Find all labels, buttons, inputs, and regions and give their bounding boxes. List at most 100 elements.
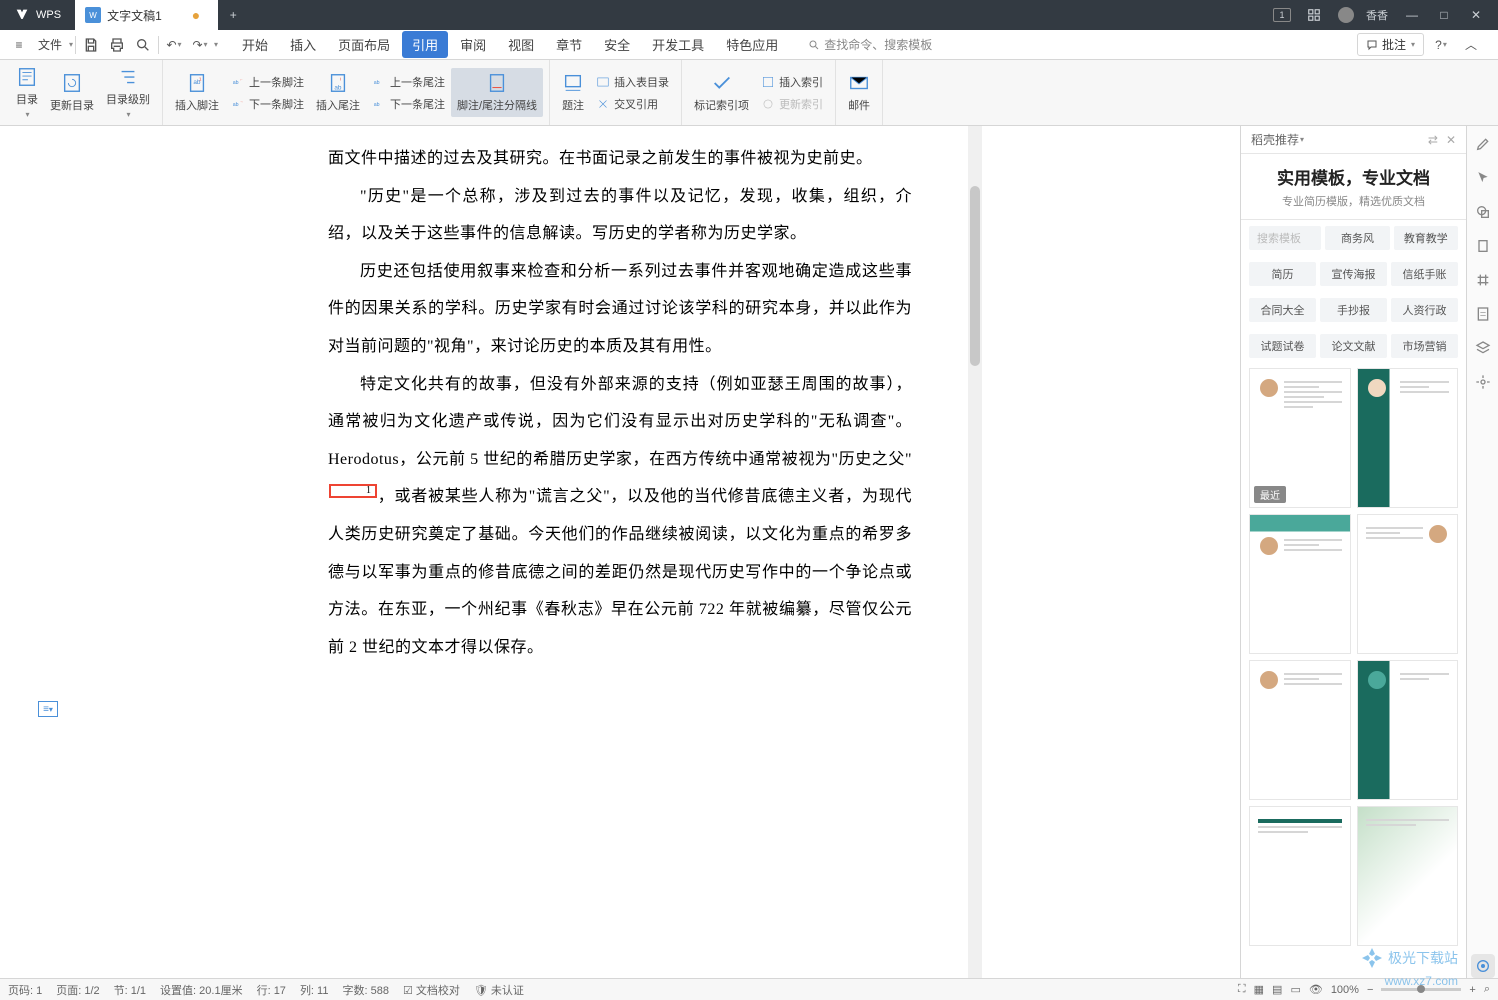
view-read-icon[interactable]: 👁: [1309, 983, 1323, 996]
insert-footnote-button[interactable]: ab1 插入脚注: [169, 70, 225, 115]
annotate-button[interactable]: 批注 ▾: [1357, 33, 1424, 56]
panel-filter-icon[interactable]: ⇄: [1428, 133, 1438, 147]
minimize-button[interactable]: —: [1398, 1, 1426, 29]
insert-figure-toc-button[interactable]: 插入表目录: [590, 72, 675, 92]
mark-index-button[interactable]: 标记索引项: [688, 70, 755, 115]
filter-marketing[interactable]: 市场营销: [1391, 334, 1458, 358]
command-search[interactable]: 查找命令、搜索模板: [808, 36, 932, 53]
filter-exam[interactable]: 试题试卷: [1249, 334, 1316, 358]
template-card[interactable]: [1249, 806, 1351, 946]
user-avatar[interactable]: [1332, 1, 1360, 29]
hamburger-icon[interactable]: ≡: [6, 32, 32, 58]
help-icon[interactable]: ?▾: [1428, 32, 1454, 58]
view-print-icon[interactable]: ▦: [1254, 983, 1264, 996]
pen-tool-icon[interactable]: [1471, 132, 1495, 156]
tab-review[interactable]: 审阅: [450, 31, 496, 58]
pointer-tool-icon[interactable]: [1471, 166, 1495, 190]
section[interactable]: 节: 1/1: [114, 982, 146, 998]
word-count[interactable]: 字数: 588: [342, 982, 388, 998]
new-tab-button[interactable]: +: [218, 0, 248, 30]
calc-tool-icon[interactable]: [1471, 302, 1495, 326]
vertical-scrollbar[interactable]: [968, 126, 982, 978]
save-icon[interactable]: [78, 32, 104, 58]
filter-education[interactable]: 教育教学: [1394, 226, 1458, 250]
window-counter[interactable]: 1: [1268, 1, 1296, 29]
panel-dropdown-icon[interactable]: ▾: [1300, 135, 1304, 144]
filter-contract[interactable]: 合同大全: [1249, 298, 1316, 322]
footnote-reference[interactable]: 1: [329, 484, 377, 498]
tab-insert[interactable]: 插入: [280, 31, 326, 58]
file-menu[interactable]: 文件: [32, 36, 68, 53]
verification[interactable]: 🛡 未认证: [474, 982, 524, 998]
filter-business[interactable]: 商务风: [1325, 226, 1389, 250]
layers-tool-icon[interactable]: [1471, 336, 1495, 360]
column[interactable]: 列: 11: [300, 982, 329, 998]
toc-button[interactable]: 目录▾: [10, 64, 44, 121]
document-tab[interactable]: W 文字文稿1 ●: [75, 0, 218, 30]
zoom-level[interactable]: 100%: [1331, 984, 1359, 996]
toc-level-button[interactable]: 目录级别▾: [100, 64, 156, 121]
toggle-pane-icon[interactable]: ≡▾: [38, 701, 58, 717]
update-toc-button[interactable]: 更新目录: [44, 70, 100, 115]
filter-resume[interactable]: 简历: [1249, 262, 1316, 286]
tab-layout[interactable]: 页面布局: [328, 31, 400, 58]
page-count[interactable]: 页面: 1/2: [56, 982, 99, 998]
document-body[interactable]: 面文件中描述的过去及其研究。在书面记录之前发生的事件被视为史前史。 "历史"是一…: [328, 140, 912, 666]
filter-handwritten[interactable]: 手抄报: [1320, 298, 1387, 322]
view-web-icon[interactable]: ▭: [1290, 983, 1300, 996]
grid-tool-icon[interactable]: [1471, 268, 1495, 292]
maximize-button[interactable]: □: [1430, 1, 1458, 29]
line[interactable]: 行: 17: [257, 982, 286, 998]
template-card[interactable]: [1357, 368, 1459, 508]
next-endnote-button[interactable]: ab下一条尾注: [366, 94, 451, 114]
prev-endnote-button[interactable]: ab上一条尾注: [366, 72, 451, 92]
filter-letter[interactable]: 信纸手账: [1391, 262, 1458, 286]
apps-icon[interactable]: [1300, 1, 1328, 29]
position[interactable]: 设置值: 20.1厘米: [160, 982, 243, 998]
template-card[interactable]: [1357, 514, 1459, 654]
qat-dropdown[interactable]: ▾: [214, 40, 218, 49]
shape-tool-icon[interactable]: [1471, 200, 1495, 224]
mail-button[interactable]: 邮件: [842, 70, 876, 115]
insert-index-button[interactable]: 插入索引: [755, 72, 829, 92]
template-card[interactable]: [1357, 806, 1459, 946]
note-separator-button[interactable]: 脚注/尾注分隔线: [451, 68, 543, 117]
filter-poster[interactable]: 宣传海报: [1320, 262, 1387, 286]
tab-sections[interactable]: 章节: [546, 31, 592, 58]
prev-footnote-button[interactable]: ab←上一条脚注: [225, 72, 310, 92]
template-card[interactable]: [1249, 660, 1351, 800]
clipboard-tool-icon[interactable]: [1471, 234, 1495, 258]
filter-hr[interactable]: 人资行政: [1391, 298, 1458, 322]
tab-special[interactable]: 特色应用: [716, 31, 788, 58]
template-card[interactable]: [1357, 660, 1459, 800]
preview-icon[interactable]: [130, 32, 156, 58]
settings-tool-icon[interactable]: [1471, 370, 1495, 394]
view-outline-icon[interactable]: ▤: [1272, 983, 1282, 996]
close-button[interactable]: ✕: [1462, 1, 1490, 29]
filter-thesis[interactable]: 论文文献: [1320, 334, 1387, 358]
page-number[interactable]: 页码: 1: [8, 982, 42, 998]
zoom-slider[interactable]: [1381, 988, 1461, 991]
tab-start[interactable]: 开始: [232, 31, 278, 58]
tab-security[interactable]: 安全: [594, 31, 640, 58]
next-footnote-button[interactable]: ab→下一条脚注: [225, 94, 310, 114]
redo-icon[interactable]: ↷▾: [187, 32, 213, 58]
print-icon[interactable]: [104, 32, 130, 58]
template-panel-toggle[interactable]: [1471, 954, 1495, 978]
zoom-in[interactable]: +: [1469, 984, 1475, 996]
fullscreen-icon[interactable]: ⛶: [1238, 983, 1246, 996]
fit-icon[interactable]: ⌕: [1484, 983, 1490, 996]
zoom-out[interactable]: −: [1367, 984, 1373, 996]
template-card[interactable]: [1249, 514, 1351, 654]
undo-icon[interactable]: ↶▾: [161, 32, 187, 58]
template-search-input[interactable]: 搜索模板: [1249, 226, 1321, 250]
insert-endnote-button[interactable]: abi 插入尾注: [310, 70, 366, 115]
tab-view[interactable]: 视图: [498, 31, 544, 58]
proofing[interactable]: ☑ 文档校对: [403, 982, 460, 998]
template-card[interactable]: 最近: [1249, 368, 1351, 508]
tab-developer[interactable]: 开发工具: [642, 31, 714, 58]
panel-close-icon[interactable]: ✕: [1446, 133, 1456, 147]
collapse-ribbon-icon[interactable]: ︿: [1458, 32, 1484, 58]
caption-button[interactable]: 题注: [556, 70, 590, 115]
tab-references[interactable]: 引用: [402, 31, 448, 58]
